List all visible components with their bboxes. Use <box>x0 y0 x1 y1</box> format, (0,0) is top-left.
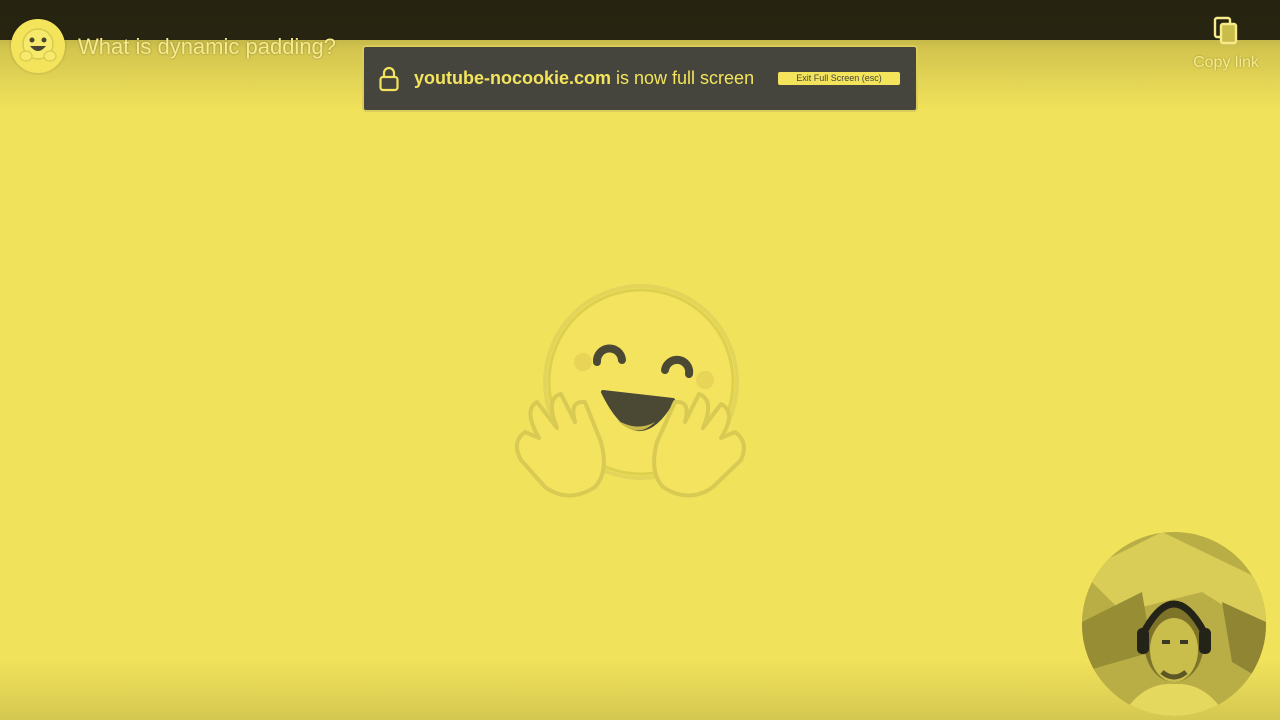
video-title[interactable]: What is dynamic padding? <box>78 34 336 60</box>
copy-icon <box>1213 16 1238 45</box>
fullscreen-domain: youtube-nocookie.com <box>414 68 612 88</box>
copy-link-label: Copy link <box>1193 54 1259 71</box>
fullscreen-notice: youtube-nocookie.com is now full screen … <box>362 45 918 112</box>
hugging-face-emoji-icon <box>19 28 57 62</box>
video-player[interactable]: What is dynamic padding? Copy link youtu… <box>0 0 1280 720</box>
presenter-webcam <box>1082 532 1266 716</box>
channel-avatar[interactable] <box>11 19 65 73</box>
fullscreen-message-text: is now full screen <box>611 68 755 88</box>
fullscreen-message: youtube-nocookie.com is now full screen <box>414 68 754 89</box>
hugging-face-logo-icon <box>514 284 746 498</box>
bottom-gradient-overlay <box>0 660 1280 720</box>
exit-fullscreen-button[interactable]: Exit Full Screen (esc) <box>778 72 900 85</box>
lock-icon <box>379 66 399 91</box>
presenter-image <box>1082 532 1266 716</box>
copy-link-button[interactable]: Copy link <box>1186 16 1266 72</box>
